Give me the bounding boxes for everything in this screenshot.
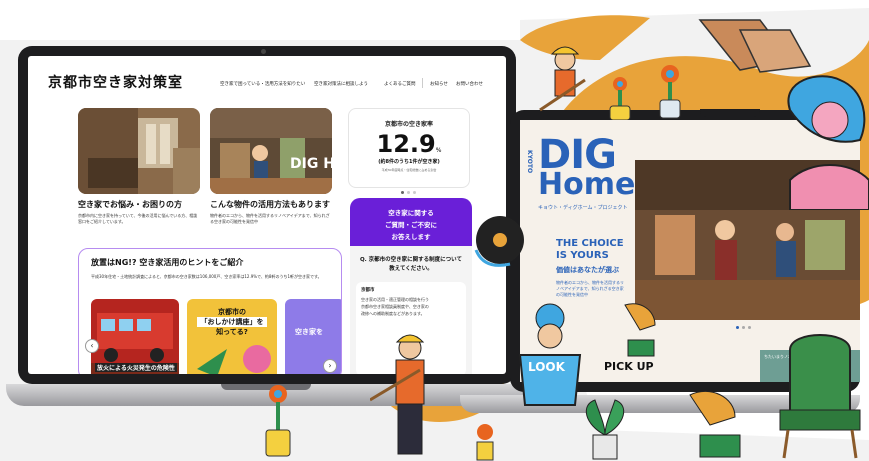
armchair-illustration [779,334,861,459]
flower-icon [609,77,631,120]
carousel-dot-active[interactable] [401,191,404,194]
laptop-screen: 京都市空き家対策室 空き家で困っている・活用方法を知りたい 空き家対策法に相談し… [28,56,506,374]
hint-prev-button[interactable]: ‹ [85,339,99,353]
character-look [518,303,582,406]
stat-label: 京都市の空き家率 [384,121,433,128]
qa-answer: 空き家の活用・適正管理の相談を行う京都市空き家相談員制度や、空き家の改修への補助… [361,297,429,316]
hint-tile3-caption: 空き家を [295,328,323,336]
qa-question[interactable]: Q. 京都市の空き家に関する制度について教えてください。 [350,246,472,274]
hint-tile1-caption: 放火による火災発生の危険性 [95,363,177,372]
character-blue-hair [787,75,869,210]
faq-banner-line2: ご質問・ご不安に [385,221,437,229]
hero-dot[interactable] [742,326,745,329]
faq-banner-line3: お答えします [391,233,431,241]
dig-logo-bottom[interactable]: Home [538,170,635,200]
hint-tile2-line2: 「おしかけ講座」を [197,317,267,327]
flower-icon [265,385,291,457]
record-icon [474,216,524,267]
nav-item-faq[interactable]: よくあるご質問 [384,81,416,87]
hint-tile2-line3: 知ってる? [216,328,248,336]
site-title[interactable]: 京都市空き家対策室 [48,72,183,92]
gramophone-icon [689,390,741,458]
dig-side-text: KYOTO [526,150,533,174]
shirt-text: LOOK [528,360,565,374]
hint-section: 放置はNG!? 空き家活用のヒントをご紹介 平成30年住宅・土地統計調査によると… [78,248,342,374]
carousel-dot[interactable] [413,191,416,194]
pick-up-heading: PICK UP [604,360,654,373]
carousel-dot[interactable] [407,191,410,194]
dig-tagline: キョウト・ディグホーム・プロジェクト [538,205,628,211]
qa-answer-label: 京都市 [361,288,375,293]
nav-item-worry[interactable]: 空き家で困っている・活用方法を知りたい [220,81,305,87]
hint-title[interactable]: 放置はNG!? 空き家活用のヒントをご紹介 [91,257,243,268]
stat-unit: % [435,147,442,154]
hint-tile2-text: 京都市の 「おしかけ講座」を 知ってる? [197,307,267,337]
nav-item-news[interactable]: お知らせ [430,81,448,87]
hint-next-button[interactable]: › [323,359,337,373]
nav-divider [422,78,423,88]
flower-icon [476,424,494,461]
gramophone-icon [624,303,656,357]
headline-line2: IS YOURS [556,250,609,261]
vacancy-rate-box: 京都市の空き家率 12.9% (約8件のうち1件が空き家) 平成30年度時点・住… [348,108,470,188]
hero-dot[interactable] [748,326,751,329]
stat-note: 平成30年度時点・住宅総数に占める割合 [381,168,437,172]
headline-body: 物件者のエコから、物件を活用するリノベアイデアまで、知られざる空き家の可能性を発… [556,280,624,297]
hero-dot-active[interactable] [736,326,739,329]
stat-value: 12.9 [376,130,436,158]
hint-desc: 平成30年住宅・土地統計調査によると、京都市の空き家数は106,000戸、空き家… [91,274,322,279]
card1-desc: 京都市内に空き家を持っていて、今後の活用に悩んでいる方、相談窓口をご紹介していま… [78,213,198,224]
camera-icon [261,49,266,54]
headline-jp: 価値はあなたが選ぶ [556,266,619,274]
hint-tile2-line1: 京都市の [218,308,246,316]
card2-title[interactable]: こんな物件の活用方法もあります [210,199,330,210]
plant-icon [585,399,625,460]
card1-title[interactable]: 空き家でお悩み・お困りの方 [78,199,182,210]
worker-pickaxe-illustration [370,334,425,455]
flower-icon [659,65,681,119]
card-photo-room[interactable] [78,108,200,194]
faq-banner-line1: 空き家に関する [388,209,434,217]
card-photo-renovation[interactable] [210,108,332,194]
worker-illustration [539,46,586,112]
faq-banner[interactable]: 空き家に関する ご質問・ご不安に お答えします [350,198,472,246]
card2-desc: 物件者のエコから、物件を活用するリノベアイデアまで、知られざる空き家の可能性を発… [210,213,330,224]
laptop-notch [700,109,760,117]
nav-item-contact[interactable]: お問い合わせ [456,81,483,87]
headline-line1: THE CHOICE [556,238,624,249]
stat-sub: (約8件のうち1件が空き家) [378,159,440,165]
nav-item-consult[interactable]: 空き家対策法に相談しよう [314,81,368,87]
